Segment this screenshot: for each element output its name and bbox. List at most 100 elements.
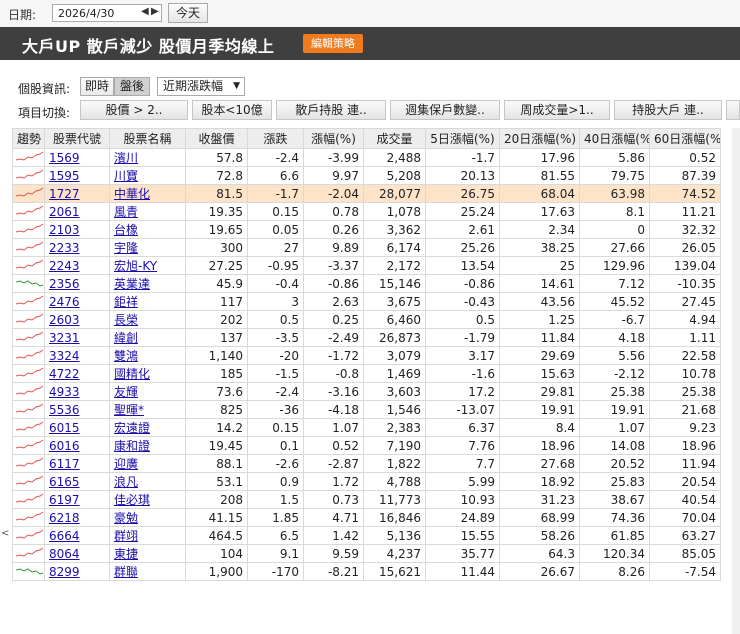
col-header-60d[interactable]: 60日漲幅(%) bbox=[649, 128, 721, 149]
table-row[interactable]: 2356 英業達 45.9 -0.4 -0.86 15,146 -0.86 14.61 7.12… bbox=[12, 274, 721, 293]
tab-major-holder[interactable]: 持股大戶 連.. bbox=[614, 100, 722, 120]
stock-code-link[interactable]: 8064 bbox=[49, 547, 80, 561]
table-row[interactable]: 6218 豪勉 41.15 1.85 4.71 16,846 24.89 68.99 74.36… bbox=[12, 508, 721, 527]
collapse-left-icon[interactable]: < bbox=[1, 528, 9, 539]
tab-overflow[interactable] bbox=[726, 100, 740, 120]
table-row[interactable]: 5536 聖暉* 825 -36 -4.18 1,546 -13.07 19.91 19.91 2… bbox=[12, 400, 721, 419]
stock-name-link[interactable]: 英業達 bbox=[114, 277, 150, 291]
stock-code-link[interactable]: 2603 bbox=[49, 313, 80, 327]
stock-code-link[interactable]: 1569 bbox=[49, 151, 80, 165]
stock-code-link[interactable]: 4722 bbox=[49, 367, 80, 381]
table-row[interactable]: 4933 友輝 73.6 -2.4 -3.16 3,603 17.2 29.81 25.38 25… bbox=[12, 382, 721, 401]
stock-code-link[interactable]: 6015 bbox=[49, 421, 80, 435]
col-header-volume[interactable]: 成交量 bbox=[363, 128, 426, 149]
col-header-trend[interactable]: 趨勢 bbox=[12, 128, 45, 149]
stock-name-link[interactable]: 豪勉 bbox=[114, 511, 138, 525]
col-header-code[interactable]: 股票代號 bbox=[44, 128, 110, 149]
tab-retail-holding[interactable]: 散戶持股 連.. bbox=[276, 100, 386, 120]
table-row[interactable]: 3324 雙鴻 1,140 -20 -1.72 3,079 3.17 29.69 5.56 22.… bbox=[12, 346, 721, 365]
stock-code-link[interactable]: 6218 bbox=[49, 511, 80, 525]
table-row[interactable]: 2233 宇隆 300 27 9.89 6,174 25.26 38.25 27.66 26.05 bbox=[12, 238, 721, 257]
table-row[interactable]: 2476 鉅祥 117 3 2.63 3,675 -0.43 43.56 45.52 27.45 bbox=[12, 292, 721, 311]
tab-capital[interactable]: 股本<10億 bbox=[192, 100, 272, 120]
stock-name-link[interactable]: 中華化 bbox=[114, 187, 150, 201]
table-row[interactable]: 1595 川寶 72.8 6.6 9.97 5,208 20.13 81.55 79.75 87.… bbox=[12, 166, 721, 185]
tab-price[interactable]: 股價 > 2.. bbox=[80, 100, 188, 120]
stock-code-link[interactable]: 6664 bbox=[49, 529, 80, 543]
table-row[interactable]: 3231 緯創 137 -3.5 -2.49 26,873 -1.79 11.84 4.18 1.… bbox=[12, 328, 721, 347]
col-header-close[interactable]: 收盤價 bbox=[185, 128, 248, 149]
stock-code-link[interactable]: 6165 bbox=[49, 475, 80, 489]
realtime-button[interactable]: 即時 bbox=[80, 77, 114, 96]
table-row[interactable]: 4722 國精化 185 -1.5 -0.8 1,469 -1.6 15.63 -2.12 10.… bbox=[12, 364, 721, 383]
col-header-name[interactable]: 股票名稱 bbox=[109, 128, 186, 149]
stock-code-link[interactable]: 2061 bbox=[49, 205, 80, 219]
stock-name-link[interactable]: 緯創 bbox=[114, 331, 138, 345]
stock-name-link[interactable]: 風青 bbox=[114, 205, 138, 219]
range-select[interactable]: 近期漲跌幅 ▼ bbox=[157, 77, 245, 96]
date-input[interactable]: 2026/4/30 ◀ ▶ bbox=[52, 4, 162, 22]
table-row[interactable]: 6016 康和證 19.45 0.1 0.52 7,190 7.76 18.96 14.08 18… bbox=[12, 436, 721, 455]
stock-name-link[interactable]: 東捷 bbox=[114, 547, 138, 561]
stock-name-link[interactable]: 浪凡 bbox=[114, 475, 138, 489]
stock-name-link[interactable]: 長榮 bbox=[114, 313, 138, 327]
after-hours-button[interactable]: 盤後 bbox=[114, 77, 150, 96]
stock-name-link[interactable]: 宏遠證 bbox=[114, 421, 150, 435]
table-row[interactable]: 6015 宏遠證 14.2 0.15 1.07 2,383 6.37 8.4 1.07 9.23 bbox=[12, 418, 721, 437]
table-row[interactable]: 6117 迎廣 88.1 -2.6 -2.87 1,822 7.7 27.68 20.52 11.… bbox=[12, 454, 721, 473]
table-row[interactable]: 2103 台橡 19.65 0.05 0.26 3,362 2.61 2.34 0 32.32 bbox=[12, 220, 721, 239]
table-row[interactable]: 6664 群翊 464.5 6.5 1.42 5,136 15.55 58.26 61.85 63… bbox=[12, 526, 721, 545]
table-row[interactable]: 8064 東捷 104 9.1 9.59 4,237 35.77 64.3 120.34 85.0… bbox=[12, 544, 721, 563]
stock-code-link[interactable]: 8299 bbox=[49, 565, 80, 579]
stock-code-link[interactable]: 1595 bbox=[49, 169, 80, 183]
stock-code-link[interactable]: 3324 bbox=[49, 349, 80, 363]
stock-name-link[interactable]: 迎廣 bbox=[114, 457, 138, 471]
stock-name-link[interactable]: 川寶 bbox=[114, 169, 138, 183]
table-row[interactable]: 2603 長榮 202 0.5 0.25 6,460 0.5 1.25 -6.7 4.94 bbox=[12, 310, 721, 329]
vertical-scrollbar[interactable] bbox=[732, 128, 740, 634]
stock-code-link[interactable]: 2243 bbox=[49, 259, 80, 273]
col-header-20d[interactable]: 20日漲幅(%) bbox=[499, 128, 580, 149]
table-row[interactable]: 1727 中華化 81.5 -1.7 -2.04 28,077 26.75 68.04 63.9… bbox=[12, 184, 721, 203]
stock-name-link[interactable]: 友輝 bbox=[114, 385, 138, 399]
stock-code-link[interactable]: 2476 bbox=[49, 295, 80, 309]
col-header-change[interactable]: 漲跌 bbox=[247, 128, 304, 149]
stock-code-link[interactable]: 2356 bbox=[49, 277, 80, 291]
stock-name-link[interactable]: 群翊 bbox=[114, 529, 138, 543]
stock-name-link[interactable]: 台橡 bbox=[114, 223, 138, 237]
stock-name-link[interactable]: 群聯 bbox=[114, 565, 138, 579]
stock-name-link[interactable]: 鉅祥 bbox=[114, 295, 138, 309]
stock-name-link[interactable]: 宇隆 bbox=[114, 241, 138, 255]
table-row[interactable]: 6197 佳必琪 208 1.5 0.73 11,773 10.93 31.23 38.67 40… bbox=[12, 490, 721, 509]
stock-name-link[interactable]: 聖暉* bbox=[114, 403, 144, 417]
next-date-arrow-icon[interactable]: ▶ bbox=[151, 6, 159, 17]
col-header-5d[interactable]: 5日漲幅(%) bbox=[425, 128, 500, 149]
col-header-40d[interactable]: 40日漲幅(%) bbox=[579, 128, 650, 149]
tab-holder-count-change[interactable]: 週集保戶數變.. bbox=[390, 100, 500, 120]
stock-name-link[interactable]: 佳必琪 bbox=[114, 493, 150, 507]
table-row[interactable]: 8299 群聯 1,900 -170 -8.21 15,621 11.44 26.67 8.26… bbox=[12, 562, 721, 581]
table-row[interactable]: 6165 浪凡 53.1 0.9 1.72 4,788 5.99 18.92 25.83 20.5… bbox=[12, 472, 721, 491]
stock-name-link[interactable]: 雙鴻 bbox=[114, 349, 138, 363]
stock-code-link[interactable]: 3231 bbox=[49, 331, 80, 345]
stock-name-link[interactable]: 國精化 bbox=[114, 367, 150, 381]
stock-code-link[interactable]: 6197 bbox=[49, 493, 80, 507]
table-row[interactable]: 1569 濱川 57.8 -2.4 -3.99 2,488 -1.7 17.96 5.86 0.5… bbox=[12, 148, 721, 167]
stock-code-link[interactable]: 1727 bbox=[49, 187, 80, 201]
col-header-pct[interactable]: 漲幅(%) bbox=[303, 128, 364, 149]
stock-code-link[interactable]: 5536 bbox=[49, 403, 80, 417]
edit-strategy-button[interactable]: 編輯策略 bbox=[303, 34, 363, 53]
stock-name-link[interactable]: 濱川 bbox=[114, 151, 138, 165]
table-row[interactable]: 2061 風青 19.35 0.15 0.78 1,078 25.24 17.63 8.1 11.… bbox=[12, 202, 721, 221]
prev-date-arrow-icon[interactable]: ◀ bbox=[141, 6, 149, 17]
stock-code-link[interactable]: 2233 bbox=[49, 241, 80, 255]
stock-code-link[interactable]: 6117 bbox=[49, 457, 80, 471]
stock-name-link[interactable]: 宏旭-KY bbox=[114, 259, 157, 273]
tab-weekly-volume[interactable]: 周成交量>1.. bbox=[504, 100, 610, 120]
stock-code-link[interactable]: 4933 bbox=[49, 385, 80, 399]
stock-code-link[interactable]: 6016 bbox=[49, 439, 80, 453]
stock-name-link[interactable]: 康和證 bbox=[114, 439, 150, 453]
table-row[interactable]: 2243 宏旭-KY 27.25 -0.95 -3.37 2,172 13.54 25 129.… bbox=[12, 256, 721, 275]
stock-code-link[interactable]: 2103 bbox=[49, 223, 80, 237]
today-button[interactable]: 今天 bbox=[168, 3, 208, 23]
